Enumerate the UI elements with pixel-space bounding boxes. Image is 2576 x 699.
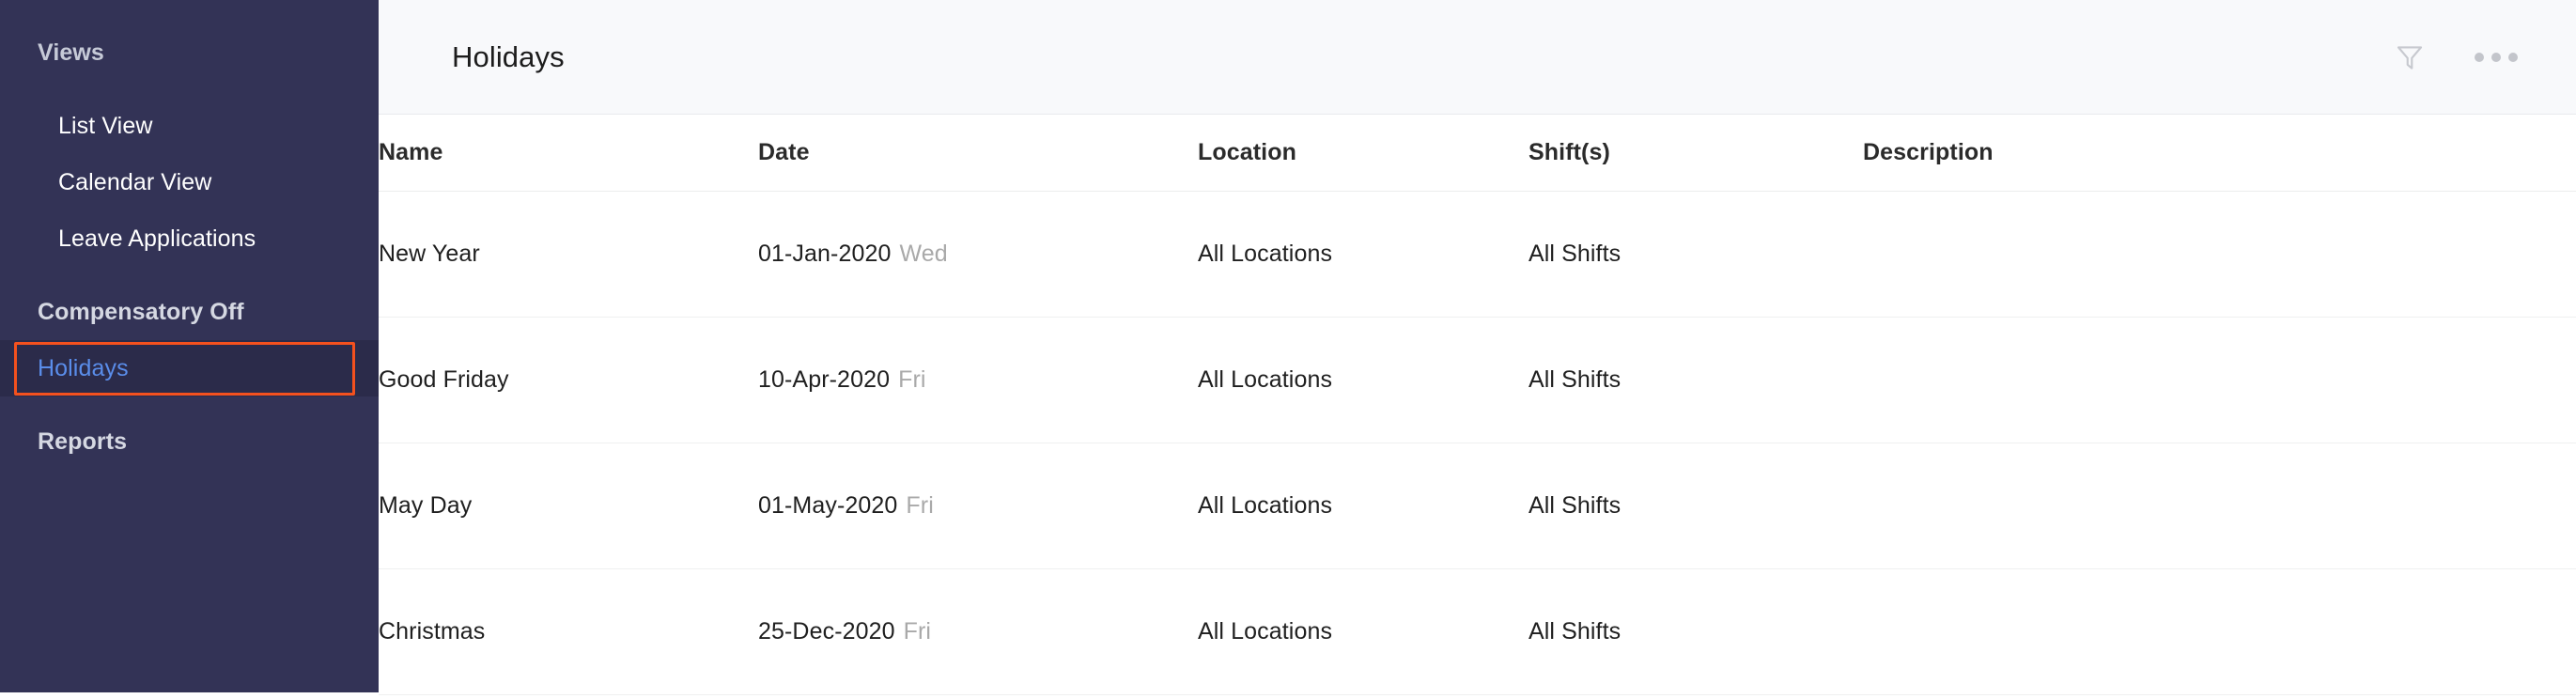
table-row[interactable]: Good Friday 10-Apr-2020 Fri All Locations… xyxy=(379,317,2576,443)
table-body: New Year 01-Jan-2020 Wed All Locations Al… xyxy=(379,191,2576,694)
holidays-table: Name Date Location Shift(s) Description … xyxy=(379,115,2576,695)
cell-name: Good Friday xyxy=(379,317,758,443)
cell-location: All Locations xyxy=(1198,568,1529,694)
cell-location: All Locations xyxy=(1198,191,1529,317)
cell-date: 10-Apr-2020 Fri xyxy=(758,317,1198,443)
table-header-row: Name Date Location Shift(s) Description xyxy=(379,115,2576,191)
page-header: Holidays xyxy=(379,0,2576,115)
cell-location: All Locations xyxy=(1198,443,1529,568)
sidebar: Views List View Calendar View Leave Appl… xyxy=(0,0,379,692)
page-title: Holidays xyxy=(452,40,565,74)
date-value: 10-Apr-2020 xyxy=(758,366,890,393)
sidebar-section-views: Views xyxy=(0,39,379,98)
sidebar-item-holidays[interactable]: Holidays xyxy=(0,340,379,396)
date-value: 25-Dec-2020 xyxy=(758,618,895,645)
table-row[interactable]: May Day 01-May-2020 Fri All Locations All… xyxy=(379,443,2576,568)
more-options-icon xyxy=(2475,53,2518,62)
cell-date: 25-Dec-2020 Fri xyxy=(758,568,1198,694)
cell-description xyxy=(1863,317,2576,443)
filter-icon xyxy=(2394,41,2426,73)
main-content: Holidays xyxy=(379,0,2576,699)
sidebar-item-label: Compensatory Off xyxy=(38,299,244,326)
date-weekday: Wed xyxy=(899,241,947,267)
cell-shifts: All Shifts xyxy=(1529,317,1863,443)
cell-description xyxy=(1863,443,2576,568)
sidebar-item-reports[interactable]: Reports xyxy=(0,413,379,470)
column-header-name[interactable]: Name xyxy=(379,115,758,191)
cell-name: New Year xyxy=(379,191,758,317)
date-weekday: Fri xyxy=(906,492,933,519)
holidays-table-container: Name Date Location Shift(s) Description … xyxy=(379,115,2576,699)
cell-shifts: All Shifts xyxy=(1529,191,1863,317)
sidebar-item-label: Leave Applications xyxy=(58,225,256,253)
app-root: Views List View Calendar View Leave Appl… xyxy=(0,0,2576,699)
cell-shifts: All Shifts xyxy=(1529,443,1863,568)
cell-date: 01-Jan-2020 Wed xyxy=(758,191,1198,317)
cell-description xyxy=(1863,568,2576,694)
column-header-date[interactable]: Date xyxy=(758,115,1198,191)
date-value: 01-May-2020 xyxy=(758,492,897,519)
sidebar-item-label: Reports xyxy=(38,428,127,456)
more-options-button[interactable] xyxy=(2475,36,2518,79)
column-header-description[interactable]: Description xyxy=(1863,115,2576,191)
date-weekday: Fri xyxy=(904,618,931,645)
column-header-shifts[interactable]: Shift(s) xyxy=(1529,115,1863,191)
sidebar-item-calendar-view[interactable]: Calendar View xyxy=(0,154,379,210)
sidebar-item-compensatory-off[interactable]: Compensatory Off xyxy=(0,284,379,340)
date-value: 01-Jan-2020 xyxy=(758,241,891,267)
sidebar-item-label: List View xyxy=(58,113,153,140)
table-row[interactable]: New Year 01-Jan-2020 Wed All Locations Al… xyxy=(379,191,2576,317)
column-header-location[interactable]: Location xyxy=(1198,115,1529,191)
cell-shifts: All Shifts xyxy=(1529,568,1863,694)
sidebar-item-leave-applications[interactable]: Leave Applications xyxy=(0,210,379,267)
table-row[interactable]: Christmas 25-Dec-2020 Fri All Locations A… xyxy=(379,568,2576,694)
cell-name: Christmas xyxy=(379,568,758,694)
sidebar-item-label: Calendar View xyxy=(58,169,211,196)
filter-button[interactable] xyxy=(2388,36,2431,79)
date-weekday: Fri xyxy=(898,366,925,393)
sidebar-item-label: Holidays xyxy=(38,355,129,382)
table-header: Name Date Location Shift(s) Description xyxy=(379,115,2576,191)
sidebar-item-list-view[interactable]: List View xyxy=(0,98,379,154)
cell-name: May Day xyxy=(379,443,758,568)
cell-date: 01-May-2020 Fri xyxy=(758,443,1198,568)
cell-location: All Locations xyxy=(1198,317,1529,443)
header-actions xyxy=(2388,36,2518,79)
cell-description xyxy=(1863,191,2576,317)
